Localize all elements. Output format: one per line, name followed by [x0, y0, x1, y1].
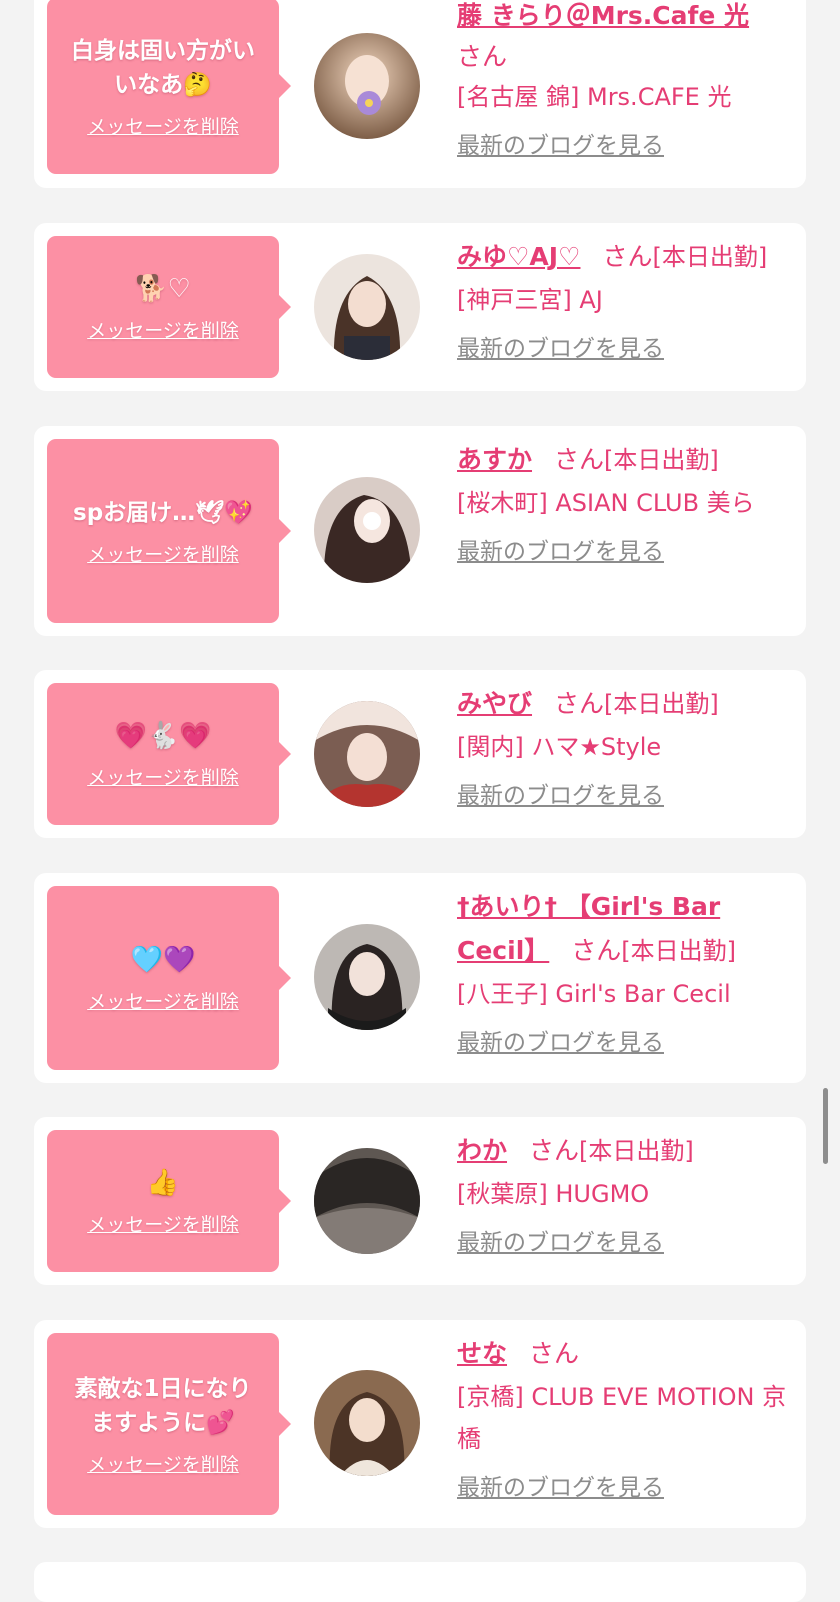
list-item: 🐕♡ メッセージを削除 みゆ♡AJ♡ さん[本日出勤] [神戸三宮] AJ 最新の…	[34, 223, 806, 391]
delete-message-link[interactable]: メッセージを削除	[87, 1210, 239, 1237]
avatar-photo	[314, 701, 420, 807]
name-line: 藤 きらり＠Mrs.Cafe 光	[457, 0, 797, 38]
shop-label: [八王子] Girl's Bar Cecil	[457, 980, 731, 1008]
san-label: さん	[457, 42, 508, 71]
working-today-badge: [本日出勤]	[579, 1137, 694, 1165]
girl-name-link[interactable]: わか	[457, 1136, 507, 1165]
message-bubble: 素敵な1日になり ますように💕 メッセージを削除	[47, 1333, 291, 1515]
list-item: 💗🐇💗 メッセージを削除 みやび さん[本日出勤] [関内] ハマ★Style 最…	[34, 670, 806, 838]
latest-blog-link[interactable]: 最新のブログを見る	[457, 126, 664, 160]
list-item: 🩵💜 メッセージを削除 †あいり† 【Girl's Bar Cecil】 さん[本…	[34, 873, 806, 1083]
delete-message-link[interactable]: メッセージを削除	[87, 112, 239, 139]
latest-blog-link[interactable]: 最新のブログを見る	[457, 532, 664, 566]
list-item: 白身は固い方がい いなあ🤔 メッセージを削除 藤 きらり＠Mrs.Cafe 光	[34, 0, 806, 188]
message-bubble: spお届け…🕊💖 メッセージを削除	[47, 439, 291, 623]
list-item	[34, 1562, 806, 1602]
girl-info: 藤 きらり＠Mrs.Cafe 光 さん [名古屋 錦] Mrs.CAFE 光 最…	[457, 0, 797, 160]
scrollbar[interactable]	[823, 1088, 828, 1164]
message-bubble: 🐕♡ メッセージを削除	[47, 236, 291, 378]
message-text: 👍	[146, 1167, 180, 1198]
shop-label: [京橋] CLUB EVE MOTION 京橋	[457, 1383, 787, 1453]
message-text: 💗🐇💗	[114, 720, 212, 751]
message-bubble: 💗🐇💗 メッセージを削除	[47, 683, 291, 825]
delete-message-link[interactable]: メッセージを削除	[87, 1450, 239, 1477]
message-bubble: 白身は固い方がい いなあ🤔 メッセージを削除	[47, 0, 291, 174]
list-item: 👍 メッセージを削除 わか さん[本日出勤] [秋葉原] HUGMO 最新のブログ…	[34, 1117, 806, 1285]
avatar[interactable]	[314, 924, 420, 1030]
san-label: さん	[529, 1339, 580, 1368]
avatar-photo	[314, 254, 420, 360]
girl-info: みゆ♡AJ♡ さん[本日出勤] [神戸三宮] AJ 最新のブログを見る	[457, 235, 797, 363]
shop-label: [秋葉原] HUGMO	[457, 1180, 650, 1208]
girl-name-link[interactable]: みゆ♡AJ♡	[457, 242, 580, 271]
girl-info: †あいり† 【Girl's Bar Cecil】 さん[本日出勤] [八王子] G…	[457, 885, 797, 1057]
girl-info: わか さん[本日出勤] [秋葉原] HUGMO 最新のブログを見る	[457, 1129, 797, 1257]
avatar[interactable]	[314, 1148, 420, 1254]
latest-blog-link[interactable]: 最新のブログを見る	[457, 329, 664, 363]
delete-message-link[interactable]: メッセージを削除	[87, 540, 239, 567]
message-text: spお届け…🕊💖	[73, 499, 253, 526]
latest-blog-link[interactable]: 最新のブログを見る	[457, 1468, 664, 1502]
avatar-photo	[314, 924, 420, 1030]
name-line: せな さん	[457, 1332, 797, 1376]
delete-message-link[interactable]: メッセージを削除	[87, 987, 239, 1014]
avatar-photo	[314, 477, 420, 583]
name-line: みゆ♡AJ♡ さん[本日出勤]	[457, 235, 797, 279]
latest-blog-link[interactable]: 最新のブログを見る	[457, 1023, 664, 1057]
name-suffix: さん	[457, 38, 797, 76]
san-label: さん	[529, 1136, 580, 1165]
san-label: さん	[602, 242, 653, 271]
avatar[interactable]	[314, 701, 420, 807]
name-line: あすか さん[本日出勤]	[457, 438, 797, 482]
message-text: 🩵💜	[130, 944, 196, 975]
working-today-badge: [本日出勤]	[604, 690, 719, 718]
girl-name-link[interactable]: 藤 きらり＠Mrs.Cafe 光	[457, 1, 749, 30]
delete-message-link[interactable]: メッセージを削除	[87, 763, 239, 790]
avatar-photo	[314, 33, 420, 139]
working-today-badge: [本日出勤]	[604, 446, 719, 474]
name-line: †あいり† 【Girl's Bar Cecil】 さん[本日出勤]	[457, 885, 797, 973]
girl-info: せな さん [京橋] CLUB EVE MOTION 京橋 最新のブログを見る	[457, 1332, 797, 1502]
avatar[interactable]	[314, 1370, 420, 1476]
san-label: さん	[554, 689, 605, 718]
working-today-badge: [本日出勤]	[621, 937, 737, 965]
name-line: みやび さん[本日出勤]	[457, 682, 797, 726]
list-item: 素敵な1日になり ますように💕 メッセージを削除 せな さん [京橋] CLUB …	[34, 1320, 806, 1528]
girl-info: みやび さん[本日出勤] [関内] ハマ★Style 最新のブログを見る	[457, 682, 797, 810]
avatar[interactable]	[314, 33, 420, 139]
avatar[interactable]	[314, 254, 420, 360]
latest-blog-link[interactable]: 最新のブログを見る	[457, 776, 664, 810]
avatar-photo	[314, 1148, 420, 1254]
shop-label: [桜木町] ASIAN CLUB 美ら	[457, 489, 755, 517]
girl-info: あすか さん[本日出勤] [桜木町] ASIAN CLUB 美ら 最新のブログを見…	[457, 438, 797, 566]
shop-label: [関内] ハマ★Style	[457, 733, 662, 761]
message-text: 白身は固い方がい いなあ🤔	[71, 37, 255, 98]
message-bubble: 🩵💜 メッセージを削除	[47, 886, 291, 1070]
shop-label: [名古屋 錦] Mrs.CAFE 光	[457, 83, 732, 111]
san-label: さん	[571, 936, 622, 965]
avatar-photo	[314, 1370, 420, 1476]
list-item: spお届け…🕊💖 メッセージを削除 あすか さん[本日出勤] [桜木町] ASIA…	[34, 426, 806, 636]
avatar[interactable]	[314, 477, 420, 583]
shop-label: [神戸三宮] AJ	[457, 286, 603, 314]
message-text: 素敵な1日になり ますように💕	[74, 1375, 252, 1436]
name-line: わか さん[本日出勤]	[457, 1129, 797, 1173]
girl-name-link[interactable]: あすか	[457, 445, 532, 474]
san-label: さん	[554, 445, 605, 474]
message-text: 🐕♡	[135, 273, 191, 304]
girl-name-link[interactable]: みやび	[457, 689, 532, 718]
latest-blog-link[interactable]: 最新のブログを見る	[457, 1223, 664, 1257]
delete-message-link[interactable]: メッセージを削除	[87, 316, 239, 343]
working-today-badge: [本日出勤]	[652, 243, 768, 271]
girl-name-link[interactable]: せな	[457, 1339, 507, 1368]
message-bubble: 👍 メッセージを削除	[47, 1130, 291, 1272]
